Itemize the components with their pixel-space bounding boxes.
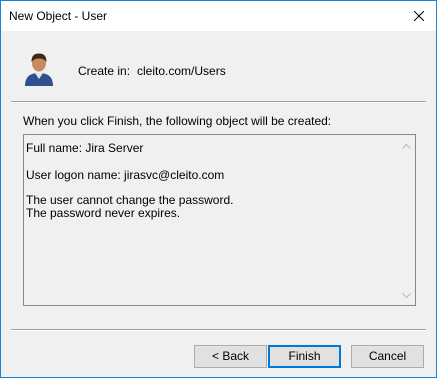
- window-title: New Object - User: [9, 9, 108, 23]
- summary-logon-name: User logon name: jirasvc@cleito.com: [26, 168, 225, 182]
- cancel-button[interactable]: Cancel: [351, 345, 424, 368]
- intro-text: When you click Finish, the following obj…: [23, 114, 332, 128]
- new-object-user-dialog: New Object - User Create in: cleito.com/…: [0, 0, 437, 378]
- separator-top: [11, 101, 426, 103]
- create-in-path: cleito.com/Users: [137, 64, 226, 78]
- create-in-label: Create in:: [78, 64, 131, 78]
- summary-full-name: Full name: Jira Server: [26, 141, 144, 155]
- title-bar[interactable]: New Object - User: [1, 1, 436, 31]
- scroll-up-arrow-icon[interactable]: [402, 144, 411, 149]
- vertical-scrollbar[interactable]: [398, 135, 415, 305]
- summary-password-expiry: The password never expires.: [26, 206, 181, 220]
- separator-bottom: [11, 329, 426, 331]
- close-button[interactable]: [402, 1, 436, 31]
- summary-password-change: The user cannot change the password.: [26, 193, 234, 207]
- user-icon: [25, 53, 53, 86]
- scroll-down-arrow-icon[interactable]: [402, 293, 411, 298]
- close-icon: [414, 11, 424, 21]
- back-button[interactable]: < Back: [194, 345, 267, 368]
- finish-button[interactable]: Finish: [268, 345, 341, 368]
- summary-box[interactable]: Full name: Jira Server User logon name: …: [23, 134, 416, 306]
